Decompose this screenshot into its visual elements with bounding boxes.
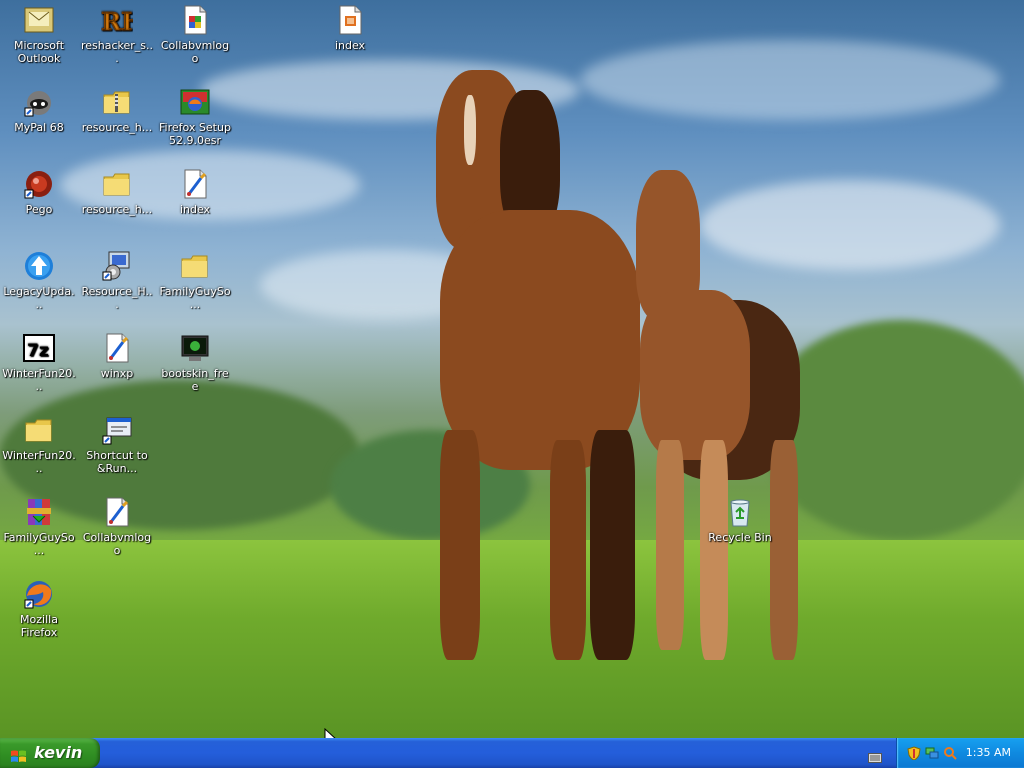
desktop-icon-label: Pego: [25, 203, 53, 216]
start-button[interactable]: kevin: [0, 738, 100, 768]
desktop-icon-winterfun-7z[interactable]: 7z WinterFun20...: [0, 332, 78, 393]
desktop-icon-winxp[interactable]: winxp: [78, 332, 156, 380]
desktop-icon-label: Microsoft Outlook: [13, 39, 65, 65]
desktop-icon-mypal[interactable]: MyPal 68: [0, 86, 78, 134]
paint-file-icon: [101, 332, 133, 364]
start-label: kevin: [34, 743, 83, 762]
keyboard-language-icon[interactable]: [868, 748, 882, 763]
7zip-icon: 7z: [23, 332, 55, 364]
reshacker-icon: RH: [101, 4, 144, 37]
desktop-icon-label: Shortcut to &Run...: [86, 449, 148, 475]
desktop-icon-recycle-bin[interactable]: Recycle Bin: [701, 496, 779, 544]
desktop[interactable]: Microsoft Outlook MyPal 68 Pego LegacyUp…: [0, 0, 1024, 738]
paint-file-icon: [179, 168, 211, 200]
desktop-icon-label: Collabvmlogo: [160, 39, 230, 65]
desktop-icon-resource-hacker[interactable]: Resource_H...: [78, 250, 156, 311]
firefox-icon: [23, 578, 55, 610]
desktop-icon-microsoft-outlook[interactable]: Microsoft Outlook: [0, 4, 78, 65]
desktop-icon-label: index: [179, 203, 211, 216]
desktop-icon-resource-h-zip[interactable]: resource_h...: [78, 86, 156, 134]
desktop-icon-label: Resource_H...: [81, 285, 153, 311]
desktop-icon-label: Recycle Bin: [708, 531, 772, 544]
pego-icon: [23, 168, 55, 200]
desktop-icon-label: winxp: [100, 367, 134, 380]
html-file-icon: [334, 4, 366, 36]
desktop-icon-shortcut-run[interactable]: Shortcut to &Run...: [78, 414, 156, 475]
desktop-icon-collabvmlogo-2[interactable]: Collabvmlogo: [78, 496, 156, 557]
desktop-icon-label: FamilyGuySo...: [159, 285, 231, 311]
svg-text:7z: 7z: [27, 341, 49, 361]
taskbar: kevin 1:35 AM: [0, 738, 1024, 768]
outlook-icon: [23, 4, 55, 36]
desktop-icon-label: reshacker_s...: [80, 39, 154, 65]
desktop-icon-index-paint[interactable]: index: [156, 168, 234, 216]
security-shield-icon[interactable]: [907, 745, 921, 761]
desktop-icon-label: resource_h...: [81, 203, 153, 216]
zip-folder-icon: [101, 86, 133, 118]
resource-hacker-icon: [101, 250, 133, 282]
desktop-icon-collabvmlogo[interactable]: Collabvmlogo: [156, 4, 234, 65]
desktop-icon-reshacker-setup[interactable]: RH reshacker_s...: [78, 4, 156, 65]
installer-icon: [179, 86, 211, 118]
desktop-icon-label: MyPal 68: [14, 121, 64, 134]
recycle-bin-icon: [724, 496, 756, 528]
desktop-icon-label: Mozilla Firefox: [20, 613, 58, 639]
desktop-icon-label: bootskin_free: [161, 367, 229, 393]
windows-logo-icon: [10, 745, 27, 762]
legacy-update-icon: [23, 250, 55, 282]
desktop-icon-label: resource_h...: [81, 121, 153, 134]
svg-text:RH: RH: [101, 7, 133, 36]
desktop-icon-winterfun-folder[interactable]: WinterFun20...: [0, 414, 78, 475]
desktop-icon-index-html[interactable]: index: [311, 4, 389, 52]
desktop-icon-mozilla-firefox[interactable]: Mozilla Firefox: [0, 578, 78, 639]
bootskin-icon: [179, 332, 211, 364]
folder-icon: [101, 168, 133, 200]
desktop-icon-familyguy-folder[interactable]: FamilyGuySo...: [156, 250, 234, 311]
desktop-icon-label: Collabvmlogo: [82, 531, 152, 557]
search-icon[interactable]: [943, 745, 957, 760]
desktop-icon-legacy-update[interactable]: LegacyUpda...: [0, 250, 78, 311]
folder-icon: [179, 250, 211, 282]
system-tray: 1:35 AM: [896, 738, 1024, 768]
desktop-icon-resource-h-folder[interactable]: resource_h...: [78, 168, 156, 216]
desktop-icon-label: index: [334, 39, 366, 52]
desktop-icon-label: Firefox Setup 52.9.0esr: [159, 121, 231, 147]
winrar-icon: [23, 496, 55, 528]
desktop-icon-label: WinterFun20...: [2, 449, 76, 475]
run-shortcut-icon: [101, 414, 133, 446]
desktop-icon-label: LegacyUpda...: [3, 285, 75, 311]
network-icon[interactable]: [925, 745, 939, 759]
desktop-icon-firefox-setup[interactable]: Firefox Setup 52.9.0esr: [156, 86, 234, 147]
desktop-icon-label: WinterFun20...: [2, 367, 76, 393]
paint-file-icon: [101, 496, 133, 528]
folder-icon: [23, 414, 55, 446]
image-file-icon: [179, 4, 211, 36]
desktop-icon-label: FamilyGuySo...: [3, 531, 75, 557]
desktop-icon-familyguy-rar[interactable]: FamilyGuySo...: [0, 496, 78, 557]
desktop-icon-bootskin-free[interactable]: bootskin_free: [156, 332, 234, 393]
mypal-icon: [23, 86, 55, 118]
clock[interactable]: 1:35 AM: [966, 738, 1011, 768]
desktop-icon-pego[interactable]: Pego: [0, 168, 78, 216]
